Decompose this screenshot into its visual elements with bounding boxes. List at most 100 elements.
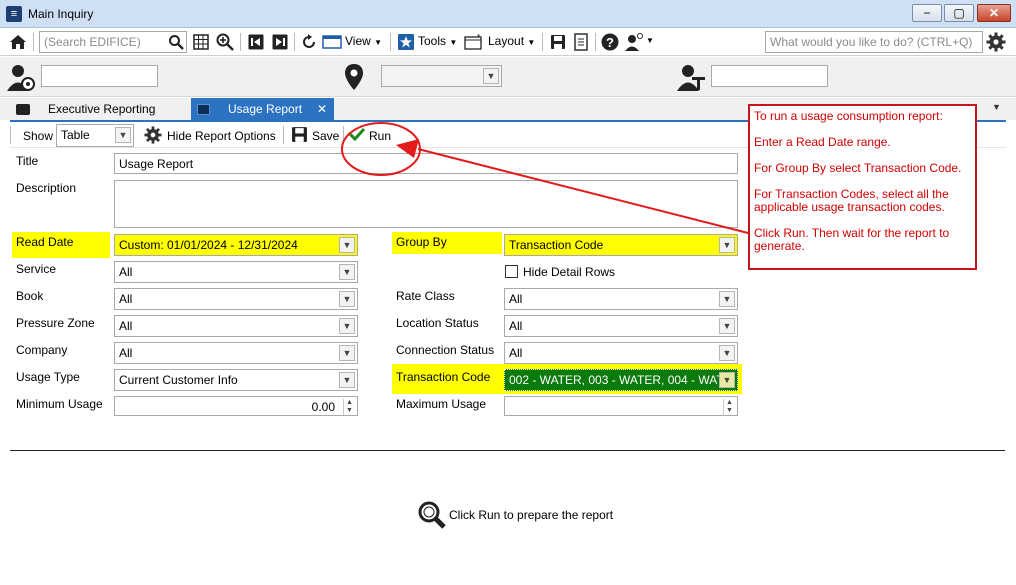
- first-record-icon[interactable]: [246, 32, 266, 52]
- chevron-down-icon: ▼: [339, 237, 355, 253]
- location-select[interactable]: ▼: [381, 65, 502, 87]
- tab-label: Usage Report: [228, 102, 303, 116]
- location-status-select[interactable]: All ▼: [504, 315, 738, 337]
- company-select[interactable]: All ▼: [114, 342, 358, 364]
- export-icon[interactable]: [572, 32, 592, 52]
- svg-text:*: *: [477, 34, 480, 42]
- save-report-button[interactable]: Save: [312, 129, 339, 143]
- connection-status-select[interactable]: All ▼: [504, 342, 738, 364]
- chevron-down-icon: ▼: [719, 345, 735, 361]
- service-select[interactable]: All ▼: [114, 261, 358, 283]
- hide-detail-rows-checkbox[interactable]: [505, 265, 518, 278]
- minimum-usage-label: Minimum Usage: [16, 397, 103, 411]
- pressure-zone-value: All: [119, 319, 133, 333]
- show-label: Show: [23, 129, 54, 143]
- group-by-select[interactable]: Transaction Code ▼: [504, 234, 738, 256]
- layout-menu[interactable]: Layout ▼: [488, 34, 535, 48]
- hide-options-gear-icon[interactable]: [144, 126, 162, 144]
- tab-label: Executive Reporting: [48, 102, 156, 116]
- tab-usage-report[interactable]: Usage Report ✕: [191, 98, 334, 120]
- spinner-arrows-icon[interactable]: ▲ ▼: [343, 399, 355, 415]
- usage-type-select[interactable]: Current Customer Info ▼: [114, 369, 358, 391]
- description-label: Description: [16, 181, 77, 195]
- minimize-button[interactable]: −: [912, 4, 942, 22]
- read-date-label: Read Date: [16, 235, 74, 249]
- maximize-button[interactable]: ▢: [944, 4, 974, 22]
- callout-line-2: Enter a Read Date range.: [754, 135, 891, 149]
- tenant-lookup-icon[interactable]: [676, 62, 706, 92]
- show-select[interactable]: Table ▼: [56, 124, 134, 147]
- minimum-usage-input[interactable]: 0.00 ▲ ▼: [114, 396, 358, 416]
- assistant-dropdown-arrow[interactable]: ▼: [646, 36, 654, 45]
- search-icon[interactable]: [166, 32, 186, 52]
- spinner-arrows-icon[interactable]: ▲ ▼: [723, 399, 735, 415]
- maximum-usage-label: Maximum Usage: [396, 397, 487, 411]
- assistant-icon[interactable]: [624, 32, 644, 52]
- tools-star-icon[interactable]: [396, 32, 416, 52]
- tab-close-icon[interactable]: ✕: [317, 98, 327, 120]
- location-pin-icon[interactable]: [343, 63, 365, 91]
- settings-gear-icon[interactable]: [986, 32, 1006, 52]
- callout-line-3: For Group By select Transaction Code.: [754, 161, 962, 175]
- tab-executive-reporting[interactable]: Executive Reporting: [10, 98, 190, 120]
- close-button[interactable]: ✕: [977, 4, 1011, 22]
- prepare-report-search-icon: [417, 500, 447, 530]
- command-search-input[interactable]: What would you like to do? (CTRL+Q): [765, 31, 983, 53]
- callout-line-1: To run a usage consumption report:: [754, 109, 943, 123]
- run-check-icon[interactable]: [348, 127, 366, 142]
- results-divider: [10, 450, 1005, 451]
- show-value: Table: [61, 128, 90, 142]
- tools-label: Tools: [418, 34, 447, 48]
- view-label: View: [345, 34, 371, 48]
- customer-lookup-icon[interactable]: [6, 62, 36, 92]
- hide-report-options-button[interactable]: Hide Report Options: [167, 129, 276, 143]
- location-status-label: Location Status: [396, 316, 479, 330]
- group-by-value: Transaction Code: [509, 238, 604, 252]
- view-window-icon[interactable]: [322, 32, 342, 52]
- rate-class-select[interactable]: All ▼: [504, 288, 738, 310]
- description-textarea[interactable]: [114, 180, 738, 228]
- briefcase-icon: [16, 104, 30, 116]
- main-toolbar: (Search EDIFICE) View ▼ Tools ▼ * Layout…: [0, 28, 1016, 56]
- tools-menu[interactable]: Tools ▼: [418, 34, 457, 48]
- layout-icon[interactable]: *: [464, 32, 484, 52]
- book-value: All: [119, 292, 133, 306]
- chevron-down-icon: ▼: [719, 237, 735, 253]
- instruction-callout: To run a usage consumption report: Enter…: [748, 104, 977, 270]
- title-input[interactable]: Usage Report: [114, 153, 738, 174]
- transaction-code-select[interactable]: 002 - WATER, 003 - WATER, 004 - WAT ▼: [504, 369, 738, 391]
- tab-overflow-chevron-icon[interactable]: ▼: [992, 102, 1001, 112]
- search-edifice-input[interactable]: (Search EDIFICE): [39, 31, 187, 53]
- grid-icon[interactable]: [191, 32, 211, 52]
- tenant-field[interactable]: [711, 65, 828, 87]
- help-icon[interactable]: ?: [600, 32, 620, 52]
- report-icon: [197, 104, 210, 116]
- run-button[interactable]: Run: [369, 129, 391, 143]
- view-menu[interactable]: View ▼: [345, 34, 382, 48]
- home-icon[interactable]: [8, 32, 28, 52]
- save-icon[interactable]: [548, 32, 568, 52]
- zoom-icon[interactable]: [215, 32, 235, 52]
- chevron-down-icon: ▼: [115, 127, 131, 143]
- company-value: All: [119, 346, 133, 360]
- book-select[interactable]: All ▼: [114, 288, 358, 310]
- read-date-select[interactable]: Custom: 01/01/2024 - 12/31/2024 ▼: [114, 234, 358, 256]
- chevron-down-icon: ▼: [339, 318, 355, 334]
- chevron-down-icon: ▼: [719, 291, 735, 307]
- usage-type-label: Usage Type: [16, 370, 80, 384]
- read-date-value: Custom: 01/01/2024 - 12/31/2024: [119, 238, 298, 252]
- last-record-icon[interactable]: [270, 32, 290, 52]
- refresh-icon[interactable]: [299, 32, 319, 52]
- book-label: Book: [16, 289, 44, 303]
- app-icon: ≡: [6, 6, 22, 22]
- save-report-icon[interactable]: [291, 126, 308, 143]
- context-filter-bar: ▼: [0, 57, 1016, 97]
- pressure-zone-select[interactable]: All ▼: [114, 315, 358, 337]
- connection-status-value: All: [509, 346, 523, 360]
- chevron-down-icon: ▼: [483, 68, 499, 84]
- maximum-usage-input[interactable]: ▲ ▼: [504, 396, 738, 416]
- customer-field[interactable]: [41, 65, 158, 87]
- pressure-zone-label: Pressure Zone: [16, 316, 95, 330]
- window-title: Main Inquiry: [28, 7, 94, 21]
- group-by-label: Group By: [396, 235, 447, 249]
